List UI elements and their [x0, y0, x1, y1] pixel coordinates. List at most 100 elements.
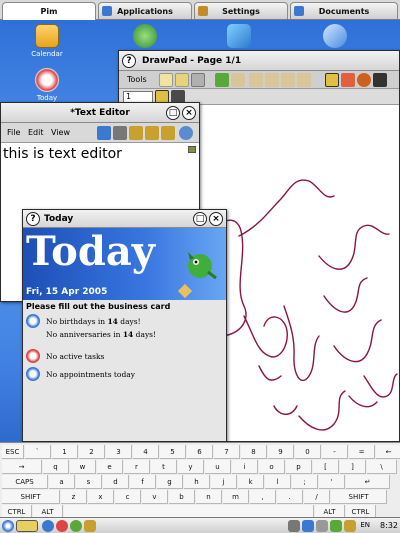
app-icon[interactable]: [70, 520, 82, 532]
key[interactable]: q: [43, 460, 69, 474]
key[interactable]: 6: [187, 445, 213, 459]
key[interactable]: ,: [250, 490, 276, 504]
key[interactable]: j: [211, 475, 237, 489]
key[interactable]: `: [25, 445, 51, 459]
business-card-message[interactable]: Please fill out the business card: [23, 300, 226, 313]
network-icon[interactable]: [302, 520, 314, 532]
key[interactable]: t: [151, 460, 177, 474]
tab-applications[interactable]: Applications: [98, 2, 192, 19]
key[interactable]: h: [184, 475, 210, 489]
key[interactable]: 3: [106, 445, 132, 459]
key[interactable]: e: [97, 460, 123, 474]
key[interactable]: CAPS: [2, 475, 48, 489]
copy-icon[interactable]: [145, 126, 159, 140]
start-menu-icon[interactable]: [2, 520, 14, 532]
key[interactable]: i: [232, 460, 258, 474]
key[interactable]: n: [196, 490, 222, 504]
key[interactable]: s: [76, 475, 102, 489]
key[interactable]: d: [103, 475, 129, 489]
text-tool-icon[interactable]: [373, 73, 387, 87]
tasks-row[interactable]: No active tasks: [23, 348, 226, 364]
close-button[interactable]: ×: [182, 106, 196, 120]
key[interactable]: x: [88, 490, 114, 504]
tools-menu[interactable]: Tools: [127, 75, 147, 84]
save-icon[interactable]: [113, 126, 127, 140]
fill-icon[interactable]: [357, 73, 371, 87]
battery-icon[interactable]: [316, 520, 328, 532]
desktop-icon-contacts[interactable]: [115, 24, 175, 50]
key[interactable]: k: [238, 475, 264, 489]
find-icon[interactable]: [179, 126, 193, 140]
eraser-icon[interactable]: [341, 73, 355, 87]
key[interactable]: u: [205, 460, 231, 474]
key[interactable]: g: [157, 475, 183, 489]
key[interactable]: 0: [295, 445, 321, 459]
key[interactable]: 7: [214, 445, 240, 459]
notification-icon[interactable]: [344, 520, 356, 532]
key[interactable]: y: [178, 460, 204, 474]
key[interactable]: f: [130, 475, 156, 489]
key[interactable]: o: [259, 460, 285, 474]
key[interactable]: -: [322, 445, 348, 459]
appointments-row[interactable]: No appointments today: [23, 366, 226, 382]
key[interactable]: m: [223, 490, 249, 504]
key[interactable]: r: [124, 460, 150, 474]
new-page-icon[interactable]: [159, 73, 173, 87]
key[interactable]: /: [304, 490, 330, 504]
key[interactable]: c: [115, 490, 141, 504]
prev-page-icon[interactable]: [265, 73, 279, 87]
key[interactable]: 2: [79, 445, 105, 459]
keyboard-icon[interactable]: [16, 520, 38, 532]
last-page-icon[interactable]: [297, 73, 311, 87]
pen-tool-icon[interactable]: [325, 73, 339, 87]
key[interactable]: ESC: [2, 445, 24, 459]
clock[interactable]: 8:32: [380, 521, 398, 530]
anniversaries-row[interactable]: No anniversaries in 14 days!: [23, 329, 226, 340]
key[interactable]: w: [70, 460, 96, 474]
key[interactable]: a: [49, 475, 75, 489]
tab-pim[interactable]: Pim: [2, 2, 96, 20]
close-button[interactable]: ×: [209, 212, 223, 226]
volume-icon[interactable]: [288, 520, 300, 532]
key[interactable]: 4: [133, 445, 159, 459]
key[interactable]: b: [169, 490, 195, 504]
key[interactable]: =: [349, 445, 375, 459]
key[interactable]: l: [265, 475, 291, 489]
app-icon[interactable]: [42, 520, 54, 532]
key[interactable]: v: [142, 490, 168, 504]
maximize-button[interactable]: □: [166, 106, 180, 120]
key[interactable]: ;: [292, 475, 318, 489]
undo-icon[interactable]: [215, 73, 229, 87]
tab-settings[interactable]: Settings: [194, 2, 288, 19]
input-language[interactable]: EN: [360, 521, 370, 529]
status-icon[interactable]: [330, 520, 342, 532]
edit-wrench-icon[interactable]: [177, 283, 193, 299]
key[interactable]: .: [277, 490, 303, 504]
key[interactable]: ': [319, 475, 345, 489]
desktop-icon-mail[interactable]: [209, 24, 269, 50]
import-icon[interactable]: [175, 73, 189, 87]
scroll-indicator-icon[interactable]: [188, 146, 196, 153]
key[interactable]: 5: [160, 445, 186, 459]
desktop-icon-todo[interactable]: [305, 24, 365, 50]
next-page-icon[interactable]: [281, 73, 295, 87]
menu-edit[interactable]: Edit: [28, 128, 44, 137]
delete-icon[interactable]: [191, 73, 205, 87]
key[interactable]: z: [61, 490, 87, 504]
desktop-icon-calendar[interactable]: Calendar: [17, 24, 77, 58]
key[interactable]: SHIFT: [331, 490, 387, 504]
tab-documents[interactable]: Documents: [290, 2, 398, 19]
menu-view[interactable]: View: [51, 128, 70, 137]
desktop-icon-today[interactable]: Today: [17, 68, 77, 102]
key[interactable]: 9: [268, 445, 294, 459]
help-button[interactable]: ?: [122, 53, 136, 68]
key[interactable]: 1: [52, 445, 78, 459]
cut-icon[interactable]: [129, 126, 143, 140]
key[interactable]: SHIFT: [2, 490, 60, 504]
app-icon[interactable]: [56, 520, 68, 532]
menu-file[interactable]: File: [7, 128, 20, 137]
first-page-icon[interactable]: [249, 73, 263, 87]
birthdays-row[interactable]: No birthdays in 14 days!: [23, 313, 226, 329]
key[interactable]: ←: [376, 445, 400, 459]
app-icon[interactable]: [84, 520, 96, 532]
